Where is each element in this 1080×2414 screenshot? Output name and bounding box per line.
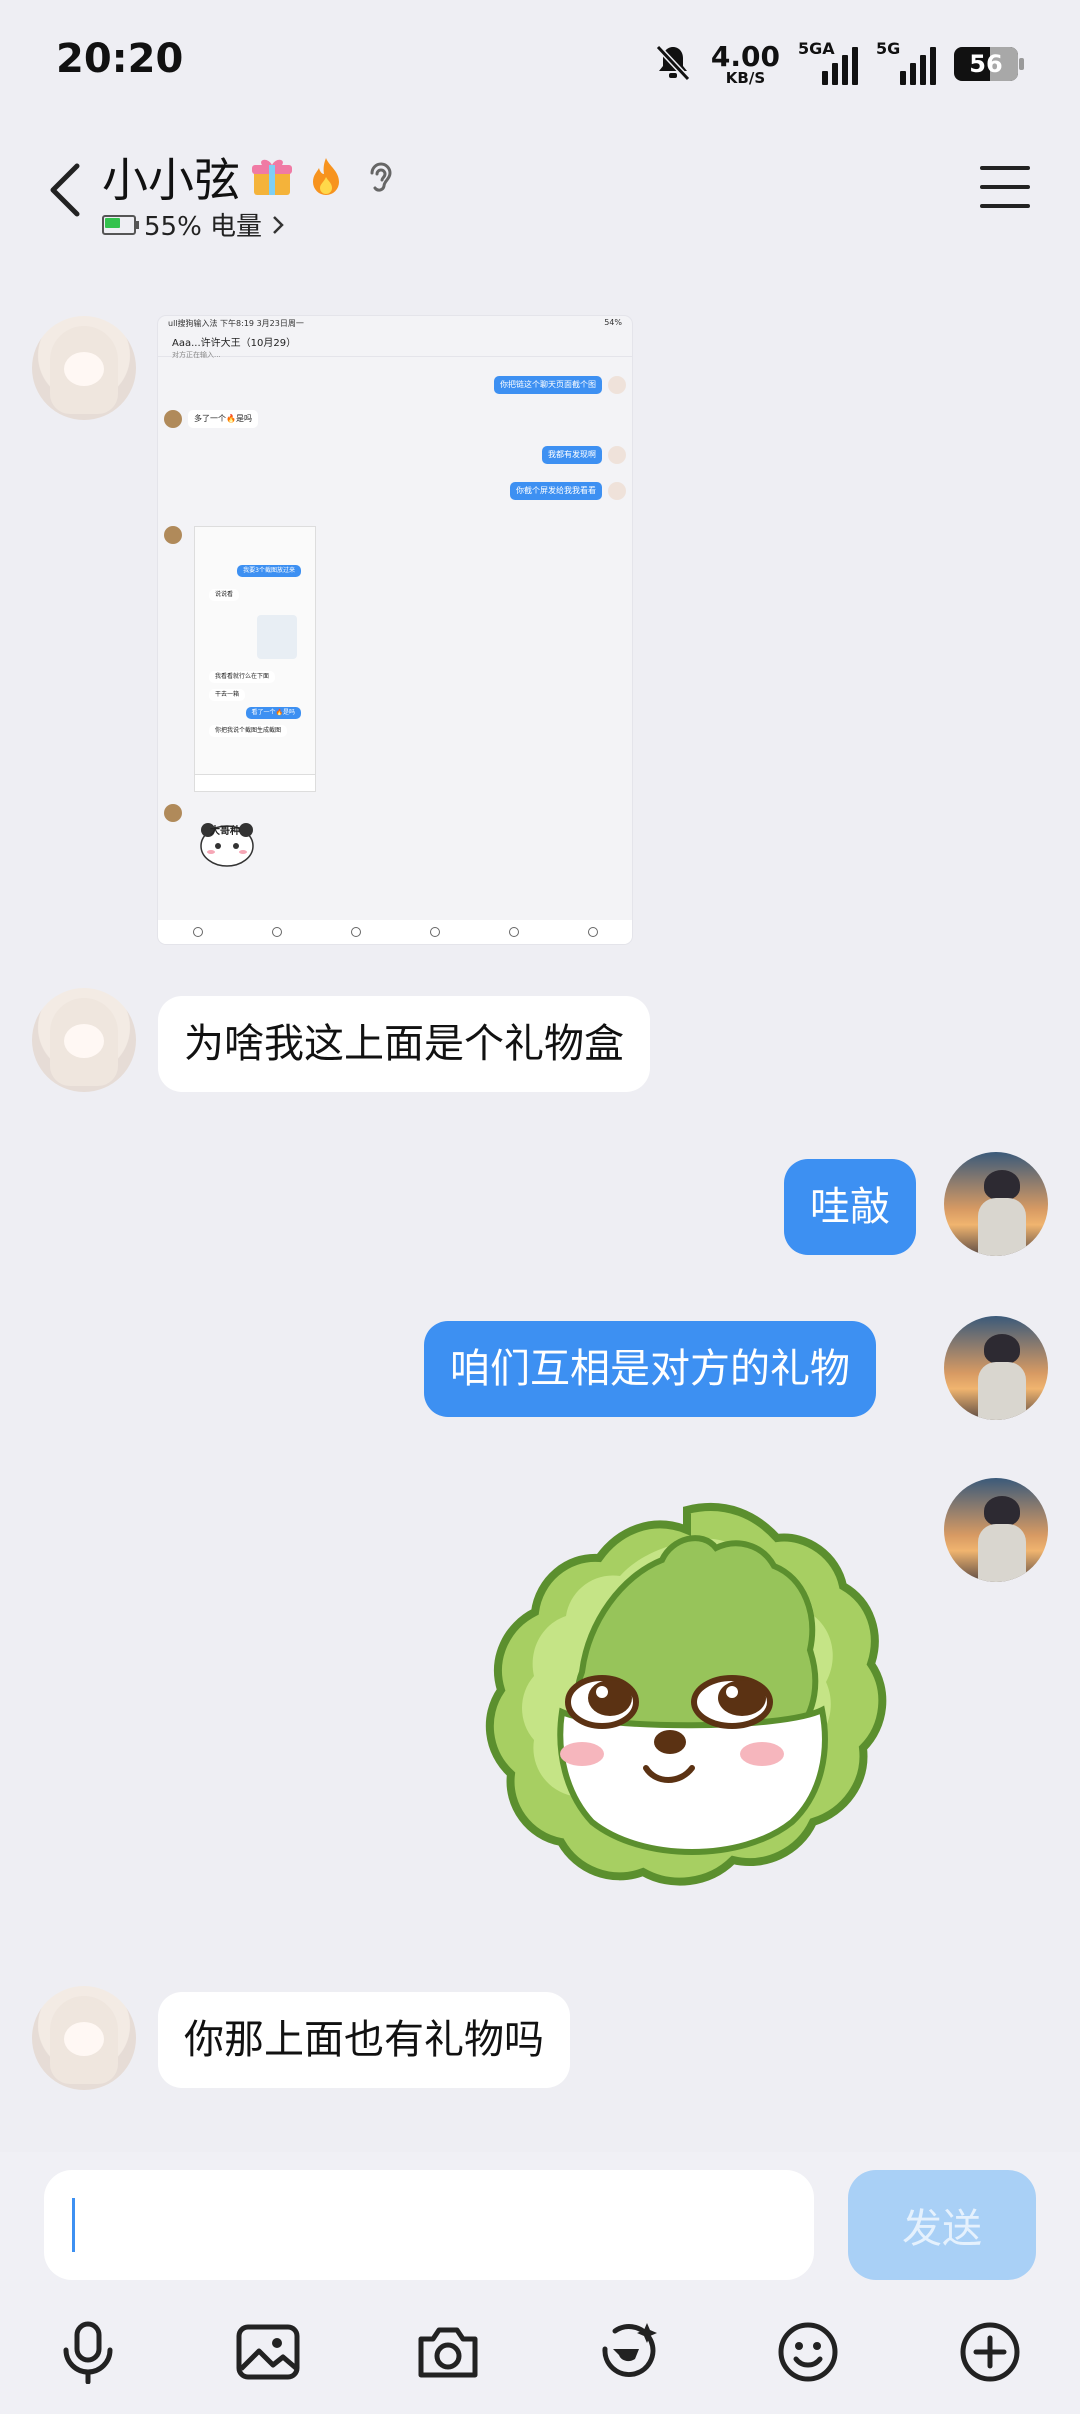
- screenshot-toolbar: [158, 920, 632, 944]
- text-caret: [72, 2198, 75, 2252]
- mini-avatar: [164, 804, 182, 822]
- send-button[interactable]: 发送: [848, 2170, 1036, 2280]
- message-bubble-incoming[interactable]: 为啥我这上面是个礼物盒: [158, 996, 650, 1092]
- chevron-right-icon: [273, 215, 284, 234]
- gift-icon: [252, 159, 292, 195]
- contact-name: 小小弦: [102, 153, 240, 207]
- mini-bubble: 你把链这个聊天页面截个图: [494, 376, 602, 394]
- bell-muted-icon: [653, 42, 693, 86]
- contact-avatar[interactable]: [32, 316, 136, 420]
- my-avatar[interactable]: [944, 1478, 1048, 1582]
- input-area: 发送: [0, 2152, 1080, 2414]
- my-avatar[interactable]: [944, 1152, 1048, 1256]
- network-speed: 4.00 KB/S: [710, 39, 780, 87]
- voice-button[interactable]: [48, 2312, 128, 2392]
- mini-avatar: [608, 446, 626, 464]
- ai-sparkle-icon: [602, 2323, 657, 2377]
- camera-button[interactable]: [408, 2312, 488, 2392]
- album-button[interactable]: [228, 2312, 308, 2392]
- plus-circle-icon: [960, 2322, 1020, 2382]
- mini-bubble: 多了一个🔥是吗: [188, 410, 258, 428]
- emoji-icon: [778, 2322, 838, 2382]
- battery-status-text: 55% 电量: [144, 212, 263, 242]
- camera-icon: [418, 2327, 478, 2378]
- ear-icon: [370, 162, 392, 192]
- signal-icon: 5G: [876, 39, 936, 85]
- message-bubble-incoming[interactable]: 你那上面也有礼物吗: [158, 1992, 570, 2088]
- more-button[interactable]: [950, 2312, 1030, 2392]
- cabbage-dog-sticker[interactable]: [462, 1492, 912, 1932]
- status-time: 20:20: [56, 36, 184, 82]
- mini-avatar: [164, 410, 182, 428]
- emoji-button[interactable]: [768, 2312, 848, 2392]
- mini-avatar: [608, 376, 626, 394]
- mini-avatar: [608, 482, 626, 500]
- battery-small-icon: [102, 214, 139, 235]
- message-input[interactable]: [44, 2170, 814, 2280]
- status-bar: 20:20 4.00 KB/S 5GA 5G 56: [0, 0, 1080, 120]
- my-avatar[interactable]: [944, 1316, 1048, 1420]
- back-button[interactable]: [30, 150, 100, 230]
- mini-bubble: 你截个屏发给我我看看: [510, 482, 602, 500]
- screenshot-header: Aaa...许许大王（10月29） 对方正在输入...: [158, 334, 632, 359]
- chat-header: 小小弦 55% 电量: [0, 130, 1080, 250]
- panda-sticker: 大哥种: [198, 816, 256, 868]
- message-bubble-outgoing[interactable]: 咱们互相是对方的礼物: [424, 1321, 876, 1417]
- battery-icon: 56: [954, 47, 1024, 81]
- battery-status-link[interactable]: 55% 电量: [102, 206, 286, 243]
- screenshot-status: ull搜狗输入法 下午8:19 3月23日周一 54%: [168, 318, 622, 328]
- message-bubble-outgoing[interactable]: 哇敲: [784, 1159, 916, 1255]
- chat-toolbar: [0, 2302, 1080, 2402]
- contact-avatar[interactable]: [32, 1986, 136, 2090]
- contact-title-row[interactable]: 小小弦: [102, 144, 402, 210]
- status-icons: 4.00 KB/S 5GA 5G 56: [653, 38, 1024, 90]
- screenshot-image-message[interactable]: ull搜狗输入法 下午8:19 3月23日周一 54% Aaa...许许大王（1…: [158, 316, 632, 944]
- menu-icon: [980, 166, 1030, 170]
- chevron-left-icon: [50, 163, 80, 217]
- mic-icon: [63, 2321, 113, 2384]
- signal-icon: 5GA: [798, 39, 858, 85]
- contact-avatar[interactable]: [32, 988, 136, 1092]
- flame-icon: [313, 158, 339, 195]
- ai-assistant-button[interactable]: [588, 2312, 668, 2392]
- mini-bubble: 我都有发现啊: [542, 446, 602, 464]
- mini-avatar: [164, 526, 182, 544]
- nested-screenshot: 我要3个截图放过来 说说看 我看看就行么在下面 干去一箱 看了一个🔥是吗 你把我…: [194, 526, 316, 792]
- menu-button[interactable]: [980, 166, 1030, 208]
- image-icon: [236, 2324, 300, 2380]
